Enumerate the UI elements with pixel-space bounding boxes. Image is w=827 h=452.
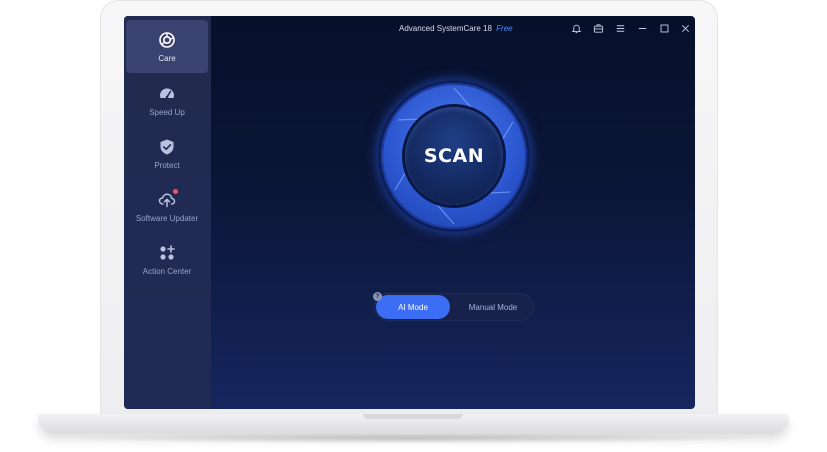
sidebar: Care Speed Up Protect Software Updater A… bbox=[124, 16, 211, 409]
manual-mode-label: Manual Mode bbox=[468, 302, 518, 312]
app-title: Advanced SystemCare 18 Free bbox=[399, 24, 513, 33]
bell-icon[interactable] bbox=[570, 22, 582, 34]
ai-mode-button[interactable]: AI Mode bbox=[376, 295, 450, 319]
edition-label: Free bbox=[496, 24, 513, 33]
minimize-icon[interactable] bbox=[636, 22, 648, 34]
sidebar-item-label: Speed Up bbox=[149, 107, 185, 117]
speedometer-icon bbox=[158, 85, 176, 103]
sidebar-item-care[interactable]: Care bbox=[126, 20, 208, 73]
sidebar-item-label: Protect bbox=[154, 160, 180, 170]
care-icon bbox=[158, 31, 176, 49]
manual-mode-button[interactable]: Manual Mode bbox=[454, 295, 532, 319]
scan-button-label: SCAN bbox=[423, 145, 485, 167]
sidebar-item-label: Action Center bbox=[142, 266, 192, 276]
sidebar-item-speed-up[interactable]: Speed Up bbox=[126, 74, 208, 127]
shield-check-icon bbox=[158, 138, 176, 156]
sidebar-item-software-updater[interactable]: Software Updater bbox=[126, 180, 208, 233]
toolbox-icon[interactable] bbox=[592, 22, 604, 34]
ai-mode-label: AI Mode bbox=[398, 302, 428, 312]
sidebar-item-label: Software Updater bbox=[135, 213, 199, 223]
menu-icon[interactable] bbox=[614, 22, 626, 34]
mode-toggle: AI Mode Manual Mode bbox=[374, 293, 534, 321]
laptop-notch bbox=[363, 414, 463, 419]
notification-dot bbox=[173, 188, 178, 194]
sidebar-item-protect[interactable]: Protect bbox=[126, 127, 208, 180]
app-name: Advanced SystemCare 18 bbox=[399, 24, 492, 33]
apps-grid-icon bbox=[158, 244, 176, 262]
scan-button[interactable]: SCAN bbox=[405, 107, 503, 205]
help-icon[interactable]: ? bbox=[373, 292, 382, 301]
scan-area: SCAN bbox=[372, 74, 536, 238]
cloud-upload-icon bbox=[158, 188, 178, 209]
close-icon[interactable] bbox=[679, 22, 691, 34]
app-window: Care Speed Up Protect Software Updater A… bbox=[124, 16, 695, 409]
maximize-icon[interactable] bbox=[658, 22, 670, 34]
sidebar-item-action-center[interactable]: Action Center bbox=[126, 233, 208, 286]
sidebar-item-label: Care bbox=[158, 53, 176, 63]
